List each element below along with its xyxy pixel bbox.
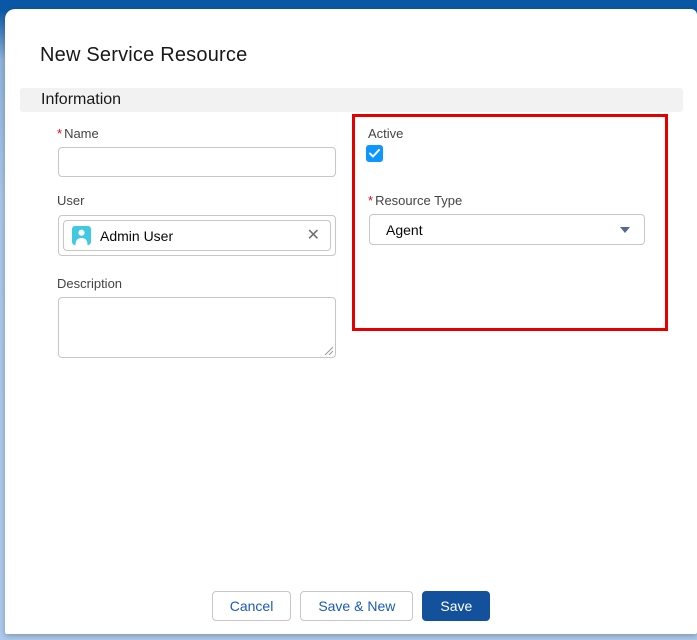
chevron-down-icon (620, 226, 630, 233)
name-field-label: * Name (57, 126, 99, 141)
resource-type-value: Agent (386, 221, 423, 238)
active-checkbox[interactable] (366, 145, 383, 162)
save-and-new-button[interactable]: Save & New (300, 591, 414, 621)
required-asterisk: * (368, 193, 374, 208)
user-selected-pill[interactable]: Admin User ✕ (63, 220, 331, 251)
user-pill-label: Admin User (100, 227, 174, 244)
section-title: Information (41, 91, 122, 108)
save-button[interactable]: Save (422, 591, 491, 621)
modal-footer: Cancel Save & New Save (5, 591, 697, 621)
app-background: New Service Resource Information * Name U… (0, 0, 697, 640)
resource-type-dropdown[interactable]: Agent (369, 214, 645, 245)
resize-grip-icon[interactable] (323, 345, 333, 355)
information-section-header: Information (20, 88, 683, 112)
user-lookup-field[interactable]: Admin User ✕ (58, 215, 336, 256)
active-field-label: Active (368, 126, 404, 141)
name-input[interactable] (58, 147, 336, 177)
modal-title: New Service Resource (40, 44, 248, 66)
resource-type-field-label: * Resource Type (368, 193, 463, 208)
remove-user-icon[interactable]: ✕ (305, 226, 322, 246)
user-avatar-icon (72, 226, 91, 245)
required-asterisk: * (57, 126, 63, 141)
description-field-label: Description (57, 276, 123, 291)
description-textarea[interactable] (58, 297, 336, 358)
user-field-label: User (57, 193, 85, 208)
new-service-resource-modal: New Service Resource Information * Name U… (5, 9, 697, 634)
cancel-button[interactable]: Cancel (211, 591, 292, 621)
